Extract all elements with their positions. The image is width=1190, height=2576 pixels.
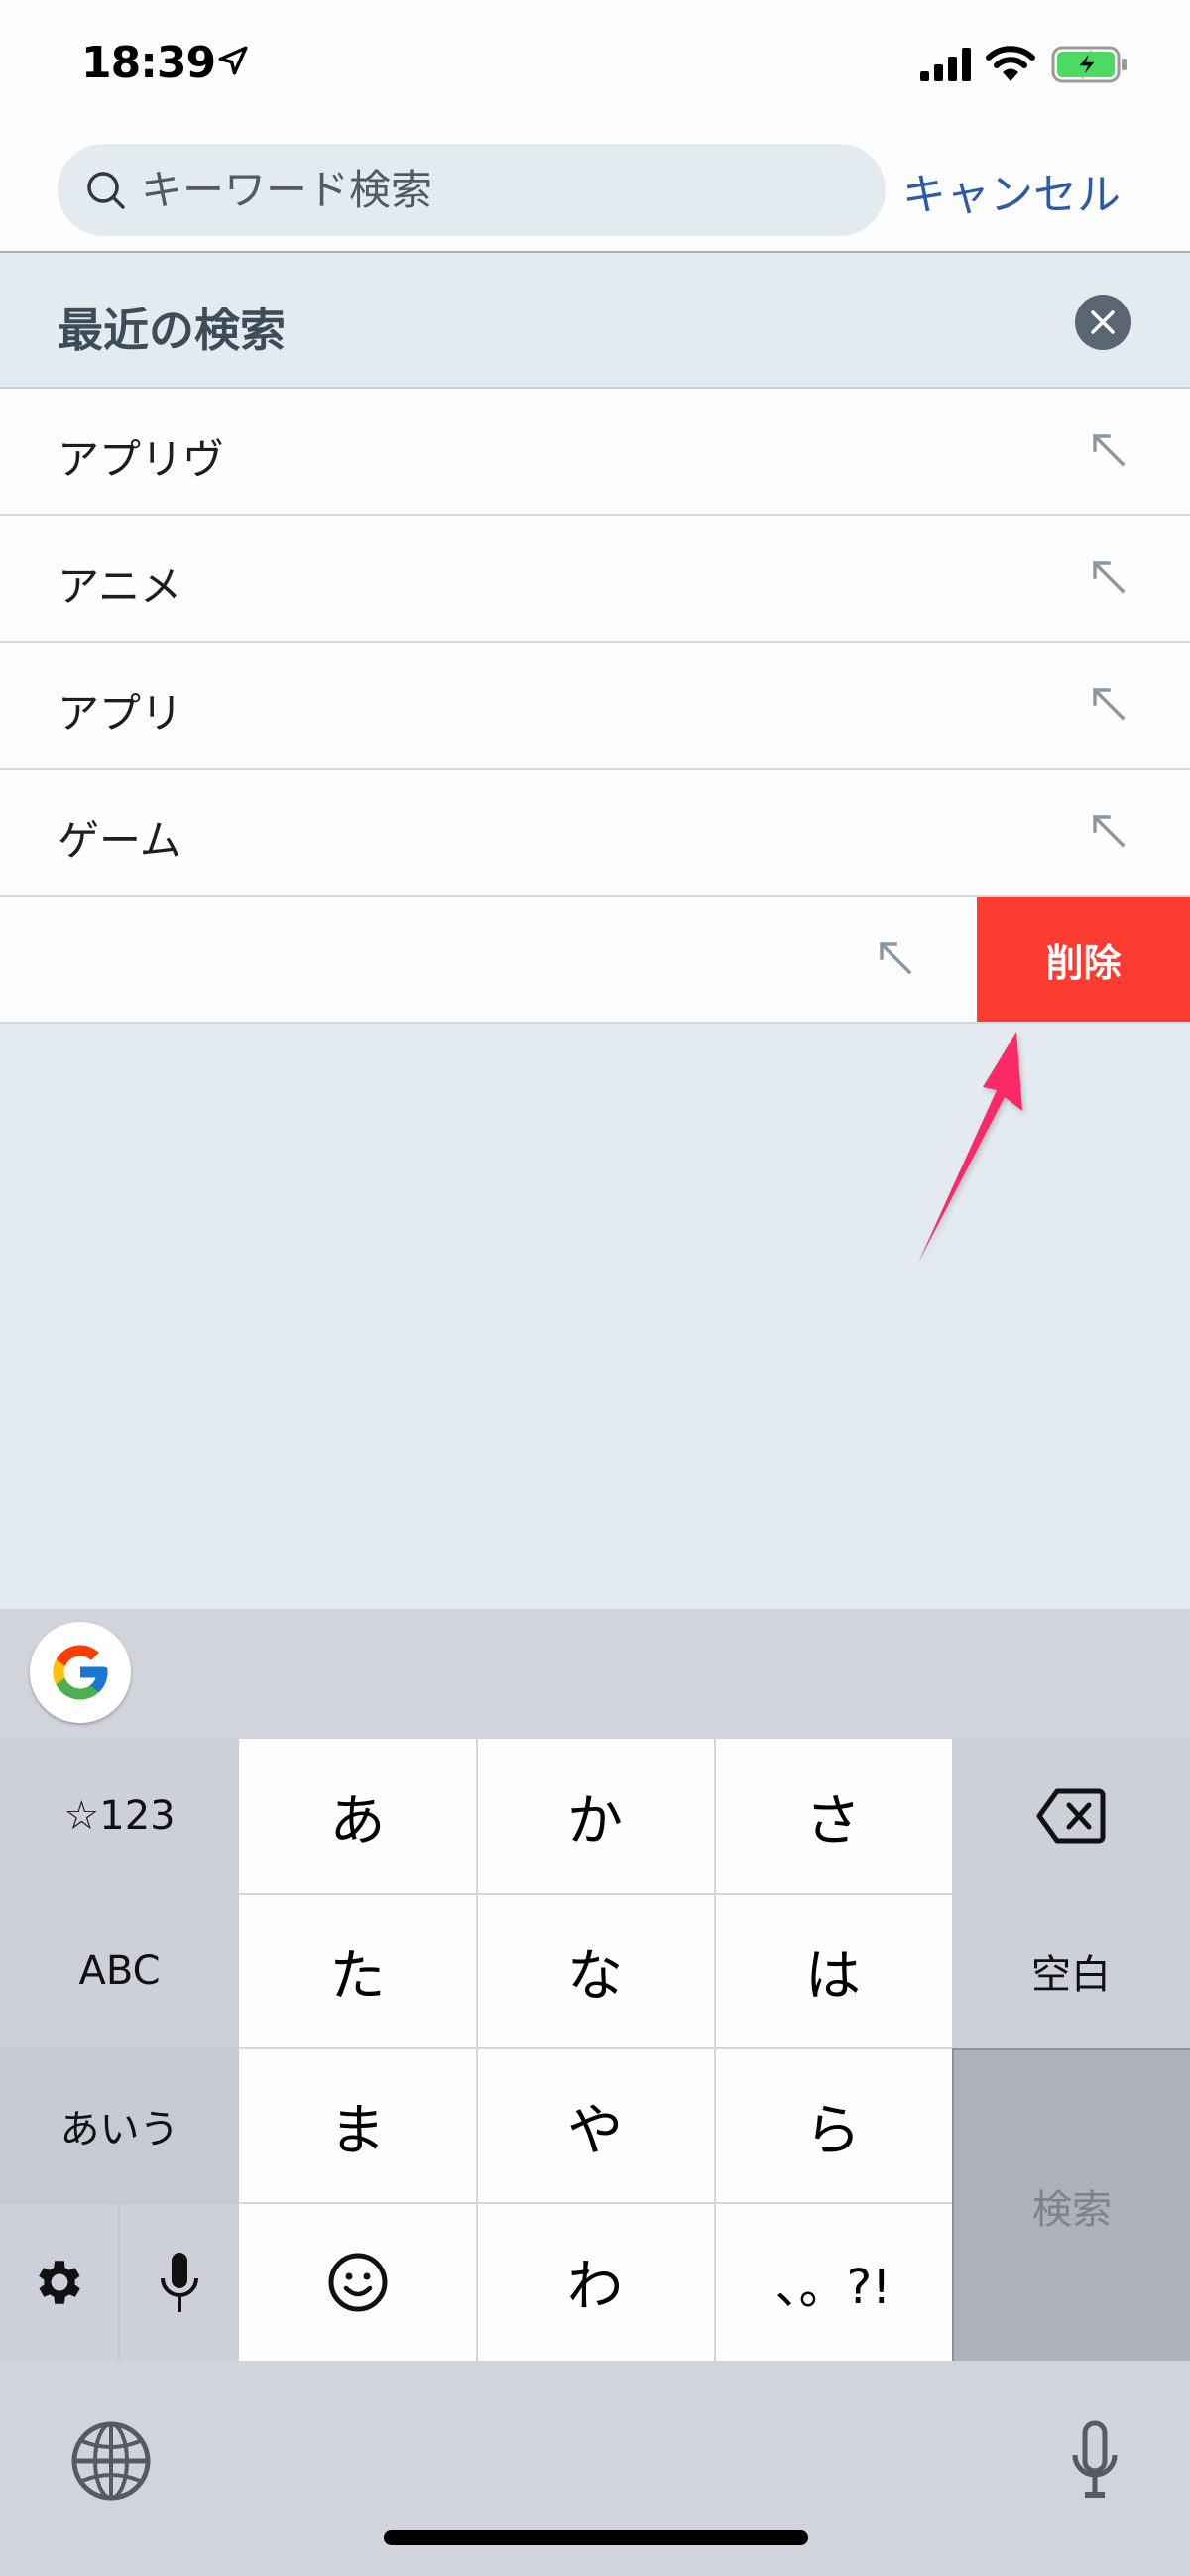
home-indicator[interactable] xyxy=(384,2530,808,2545)
key-divider xyxy=(239,1893,952,1895)
clear-recent-button[interactable] xyxy=(1075,295,1130,350)
battery-charging-icon xyxy=(1051,46,1127,83)
clear-circle-icon xyxy=(1091,310,1115,334)
fill-query-arrow-icon[interactable] xyxy=(1089,557,1129,597)
search-input[interactable] xyxy=(141,144,855,236)
key-punctuation[interactable]: 、。?! xyxy=(714,2203,952,2361)
key-ka[interactable]: か xyxy=(476,1739,714,1894)
list-item[interactable]: ゲーム xyxy=(0,770,1190,897)
microphone-icon xyxy=(161,2252,198,2312)
swiped-item-content[interactable] xyxy=(0,897,977,1022)
microphone-icon xyxy=(1072,2420,1118,2498)
signal-icon xyxy=(920,48,971,81)
list-item[interactable]: アニメ xyxy=(0,516,1190,643)
smiley-face-icon xyxy=(328,2253,387,2311)
key-voice[interactable] xyxy=(118,2203,239,2361)
key-a[interactable]: あ xyxy=(239,1739,476,1894)
key-backspace[interactable] xyxy=(952,1739,1190,1894)
key-symbols[interactable]: ☆123 xyxy=(0,1739,239,1894)
search-header: キャンセル xyxy=(0,129,1190,253)
search-box[interactable] xyxy=(58,144,886,236)
fill-query-arrow-icon[interactable] xyxy=(1089,811,1129,851)
search-icon xyxy=(87,172,125,209)
recent-searches-header: 最近の検索 xyxy=(0,255,1190,389)
item-label: アプリヴ xyxy=(58,435,225,484)
location-arrow-icon xyxy=(218,46,248,75)
fill-query-arrow-icon[interactable] xyxy=(1089,684,1129,724)
globe-icon xyxy=(71,2421,151,2501)
key-divider xyxy=(239,2202,952,2204)
key-sa[interactable]: さ xyxy=(714,1739,952,1894)
key-ma[interactable]: ま xyxy=(239,2048,476,2203)
status-bar: 18:39 xyxy=(0,0,1190,129)
key-search[interactable]: 検索 xyxy=(952,2048,1190,2361)
recent-searches-title: 最近の検索 xyxy=(58,304,286,357)
list-item[interactable]: アプリヴ xyxy=(0,389,1190,516)
recent-searches-list: アプリヴ アニメ アプリ ゲーム 削除 xyxy=(0,389,1190,1024)
key-ya[interactable]: や xyxy=(476,2048,714,2203)
key-grid: ☆123 あ か さ ABC た な は 空白 あいう ま や ら 検索 わ 、… xyxy=(0,1739,1190,2361)
backspace-icon xyxy=(1036,1788,1106,1844)
item-label: アプリ xyxy=(58,689,183,738)
delete-button[interactable]: 削除 xyxy=(977,897,1190,1022)
gear-icon xyxy=(38,2260,80,2304)
key-ra[interactable]: ら xyxy=(714,2048,952,2203)
cancel-button[interactable]: キャンセル xyxy=(902,159,1121,222)
key-abc[interactable]: ABC xyxy=(0,1894,239,2048)
key-divider xyxy=(239,2047,952,2049)
google-g-icon xyxy=(53,1645,108,1700)
key-space[interactable]: 空白 xyxy=(952,1894,1190,2048)
status-time: 18:39 xyxy=(81,38,216,88)
fill-query-arrow-icon[interactable] xyxy=(1089,430,1129,470)
dictation-button[interactable] xyxy=(1063,2419,1127,2503)
key-kana[interactable]: あいう xyxy=(0,2048,239,2203)
key-settings[interactable] xyxy=(0,2203,118,2361)
annotation-arrow-icon xyxy=(918,1032,1022,1263)
key-emoji[interactable] xyxy=(239,2203,476,2361)
list-item[interactable]: アプリ xyxy=(0,643,1190,770)
key-divider xyxy=(0,2202,239,2204)
item-label: ゲーム xyxy=(58,816,181,865)
fill-query-arrow-icon[interactable] xyxy=(876,938,915,978)
list-item-swiped[interactable]: 削除 xyxy=(0,897,1190,1024)
google-search-button[interactable] xyxy=(30,1622,131,1723)
key-divider xyxy=(714,1739,716,2361)
wifi-icon xyxy=(986,46,1035,81)
item-label: アニメ xyxy=(58,562,182,611)
key-ta[interactable]: た xyxy=(239,1894,476,2048)
key-na[interactable]: な xyxy=(476,1894,714,2048)
globe-button[interactable] xyxy=(69,2419,153,2503)
key-wa[interactable]: わ xyxy=(476,2203,714,2361)
key-ha[interactable]: は xyxy=(714,1894,952,2048)
key-divider xyxy=(476,1739,478,2361)
keyboard: ☆123 あ か さ ABC た な は 空白 あいう ま や ら 検索 わ 、… xyxy=(0,1609,1190,2576)
